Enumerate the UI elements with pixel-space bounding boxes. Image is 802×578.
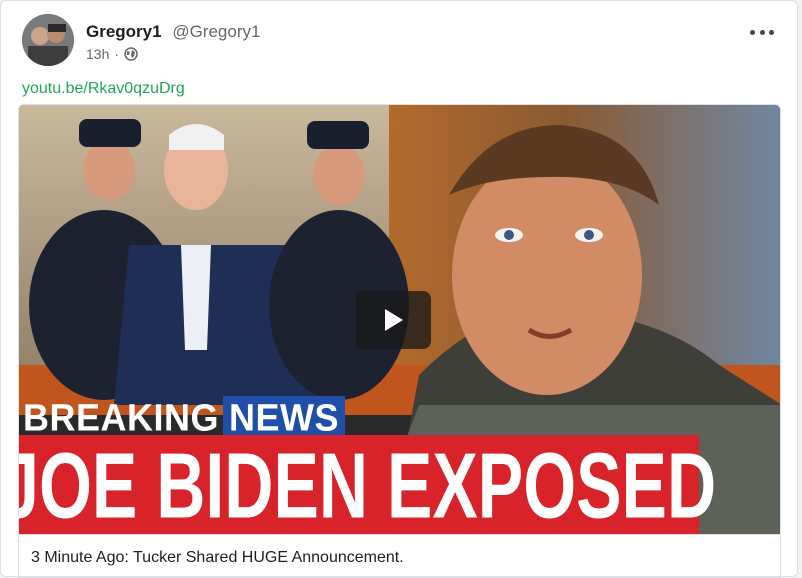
- post-card: Gregory1 @Gregory1 13h · youtu.be/Rkav0q…: [0, 0, 798, 578]
- more-options-icon[interactable]: [750, 24, 774, 40]
- video-thumbnail[interactable]: BREAKING NEWS JOE BIDEN EXPOSED: [18, 104, 781, 535]
- timestamp[interactable]: 13h: [86, 46, 109, 62]
- headline-banner: JOE BIDEN EXPOSED: [19, 434, 717, 534]
- globe-icon: [124, 47, 138, 61]
- headline-text: JOE BIDEN EXPOSED: [18, 433, 717, 535]
- meta-separator: ·: [114, 46, 120, 62]
- avatar[interactable]: [22, 14, 74, 66]
- post-meta: 13h ·: [86, 46, 138, 62]
- author-handle[interactable]: @Gregory1: [172, 22, 260, 41]
- author-name[interactable]: Gregory1: [86, 22, 162, 41]
- post-link[interactable]: youtu.be/Rkav0qzuDrg: [22, 80, 185, 98]
- link-caption[interactable]: 3 Minute Ago: Tucker Shared HUGE Announc…: [18, 535, 781, 578]
- post-header: Gregory1 @Gregory1 13h ·: [22, 14, 782, 66]
- play-icon[interactable]: [356, 291, 431, 349]
- author-line: Gregory1 @Gregory1: [86, 22, 260, 42]
